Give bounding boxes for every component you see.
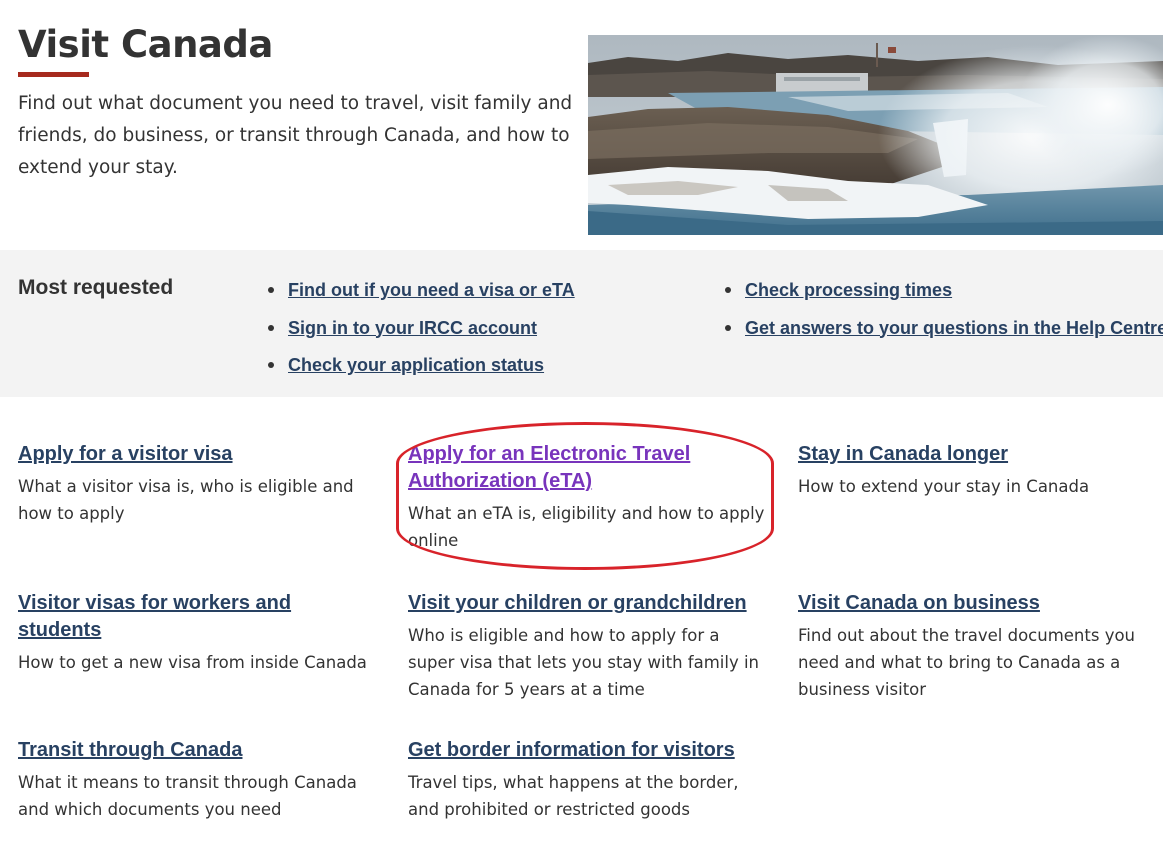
bullet-icon xyxy=(268,324,274,331)
bullet-icon xyxy=(725,324,731,331)
most-requested-section: Most requested Find out if you need a vi… xyxy=(0,250,1163,397)
card-eta: Apply for an Electronic Travel Authoriza… xyxy=(408,441,768,554)
visitor-visa-link[interactable]: Apply for a visitor visa xyxy=(18,441,378,468)
workers-students-visa-link[interactable]: Visitor visas for workers and students xyxy=(18,590,378,644)
most-requested-list: Find out if you need a visa or eTA Sign … xyxy=(268,275,575,388)
most-requested-list: Check processing times Get answers to yo… xyxy=(725,275,1163,350)
card-description: Find out about the travel documents you … xyxy=(798,626,1136,699)
border-info-link[interactable]: Get border information for visitors xyxy=(408,737,768,764)
application-status-link[interactable]: Check your application status xyxy=(288,355,544,375)
card-super-visa: Visit your children or grandchildren Who… xyxy=(408,590,768,703)
page-title: Visit Canada xyxy=(18,23,273,66)
card-description: What it means to transit through Canada … xyxy=(18,773,357,819)
list-item: Check processing times xyxy=(725,275,1163,313)
card-transit: Transit through Canada What it means to … xyxy=(18,737,378,823)
card-description: Who is eligible and how to apply for a s… xyxy=(408,626,760,699)
bullet-icon xyxy=(725,287,731,293)
card-stay-longer: Stay in Canada longer How to extend your… xyxy=(798,441,1158,500)
card-business: Visit Canada on business Find out about … xyxy=(798,590,1158,703)
hero-image xyxy=(588,35,1163,235)
card-description: How to get a new visa from inside Canada xyxy=(18,653,367,672)
card-border-info: Get border information for visitors Trav… xyxy=(408,737,768,823)
bullet-icon xyxy=(268,362,274,368)
most-requested-heading: Most requested xyxy=(18,276,174,299)
visit-children-link[interactable]: Visit your children or grandchildren xyxy=(408,590,768,617)
list-item: Check your application status xyxy=(268,350,575,388)
ircc-signin-link[interactable]: Sign in to your IRCC account xyxy=(288,318,537,338)
card-description: What an eTA is, eligibility and how to a… xyxy=(408,504,765,550)
eta-link[interactable]: Apply for an Electronic Travel Authoriza… xyxy=(408,441,768,495)
business-visit-link[interactable]: Visit Canada on business xyxy=(798,590,1158,617)
intro-text: Find out what document you need to trave… xyxy=(18,93,573,178)
card-description: How to extend your stay in Canada xyxy=(798,477,1090,496)
title-accent-bar xyxy=(18,72,89,77)
card-workers-students: Visitor visas for workers and students H… xyxy=(18,590,378,676)
help-centre-link[interactable]: Get answers to your questions in the Hel… xyxy=(745,318,1163,338)
card-description: What a visitor visa is, who is eligible … xyxy=(18,477,354,523)
list-item: Sign in to your IRCC account xyxy=(268,313,575,351)
list-item: Get answers to your questions in the Hel… xyxy=(725,313,1163,351)
stay-longer-link[interactable]: Stay in Canada longer xyxy=(798,441,1158,468)
visa-eta-check-link[interactable]: Find out if you need a visa or eTA xyxy=(288,280,575,300)
card-description: Travel tips, what happens at the border,… xyxy=(408,773,739,819)
list-item: Find out if you need a visa or eTA xyxy=(268,275,575,313)
processing-times-link[interactable]: Check processing times xyxy=(745,280,952,300)
bullet-icon xyxy=(268,287,274,293)
card-visitor-visa: Apply for a visitor visa What a visitor … xyxy=(18,441,378,527)
transit-link[interactable]: Transit through Canada xyxy=(18,737,378,764)
